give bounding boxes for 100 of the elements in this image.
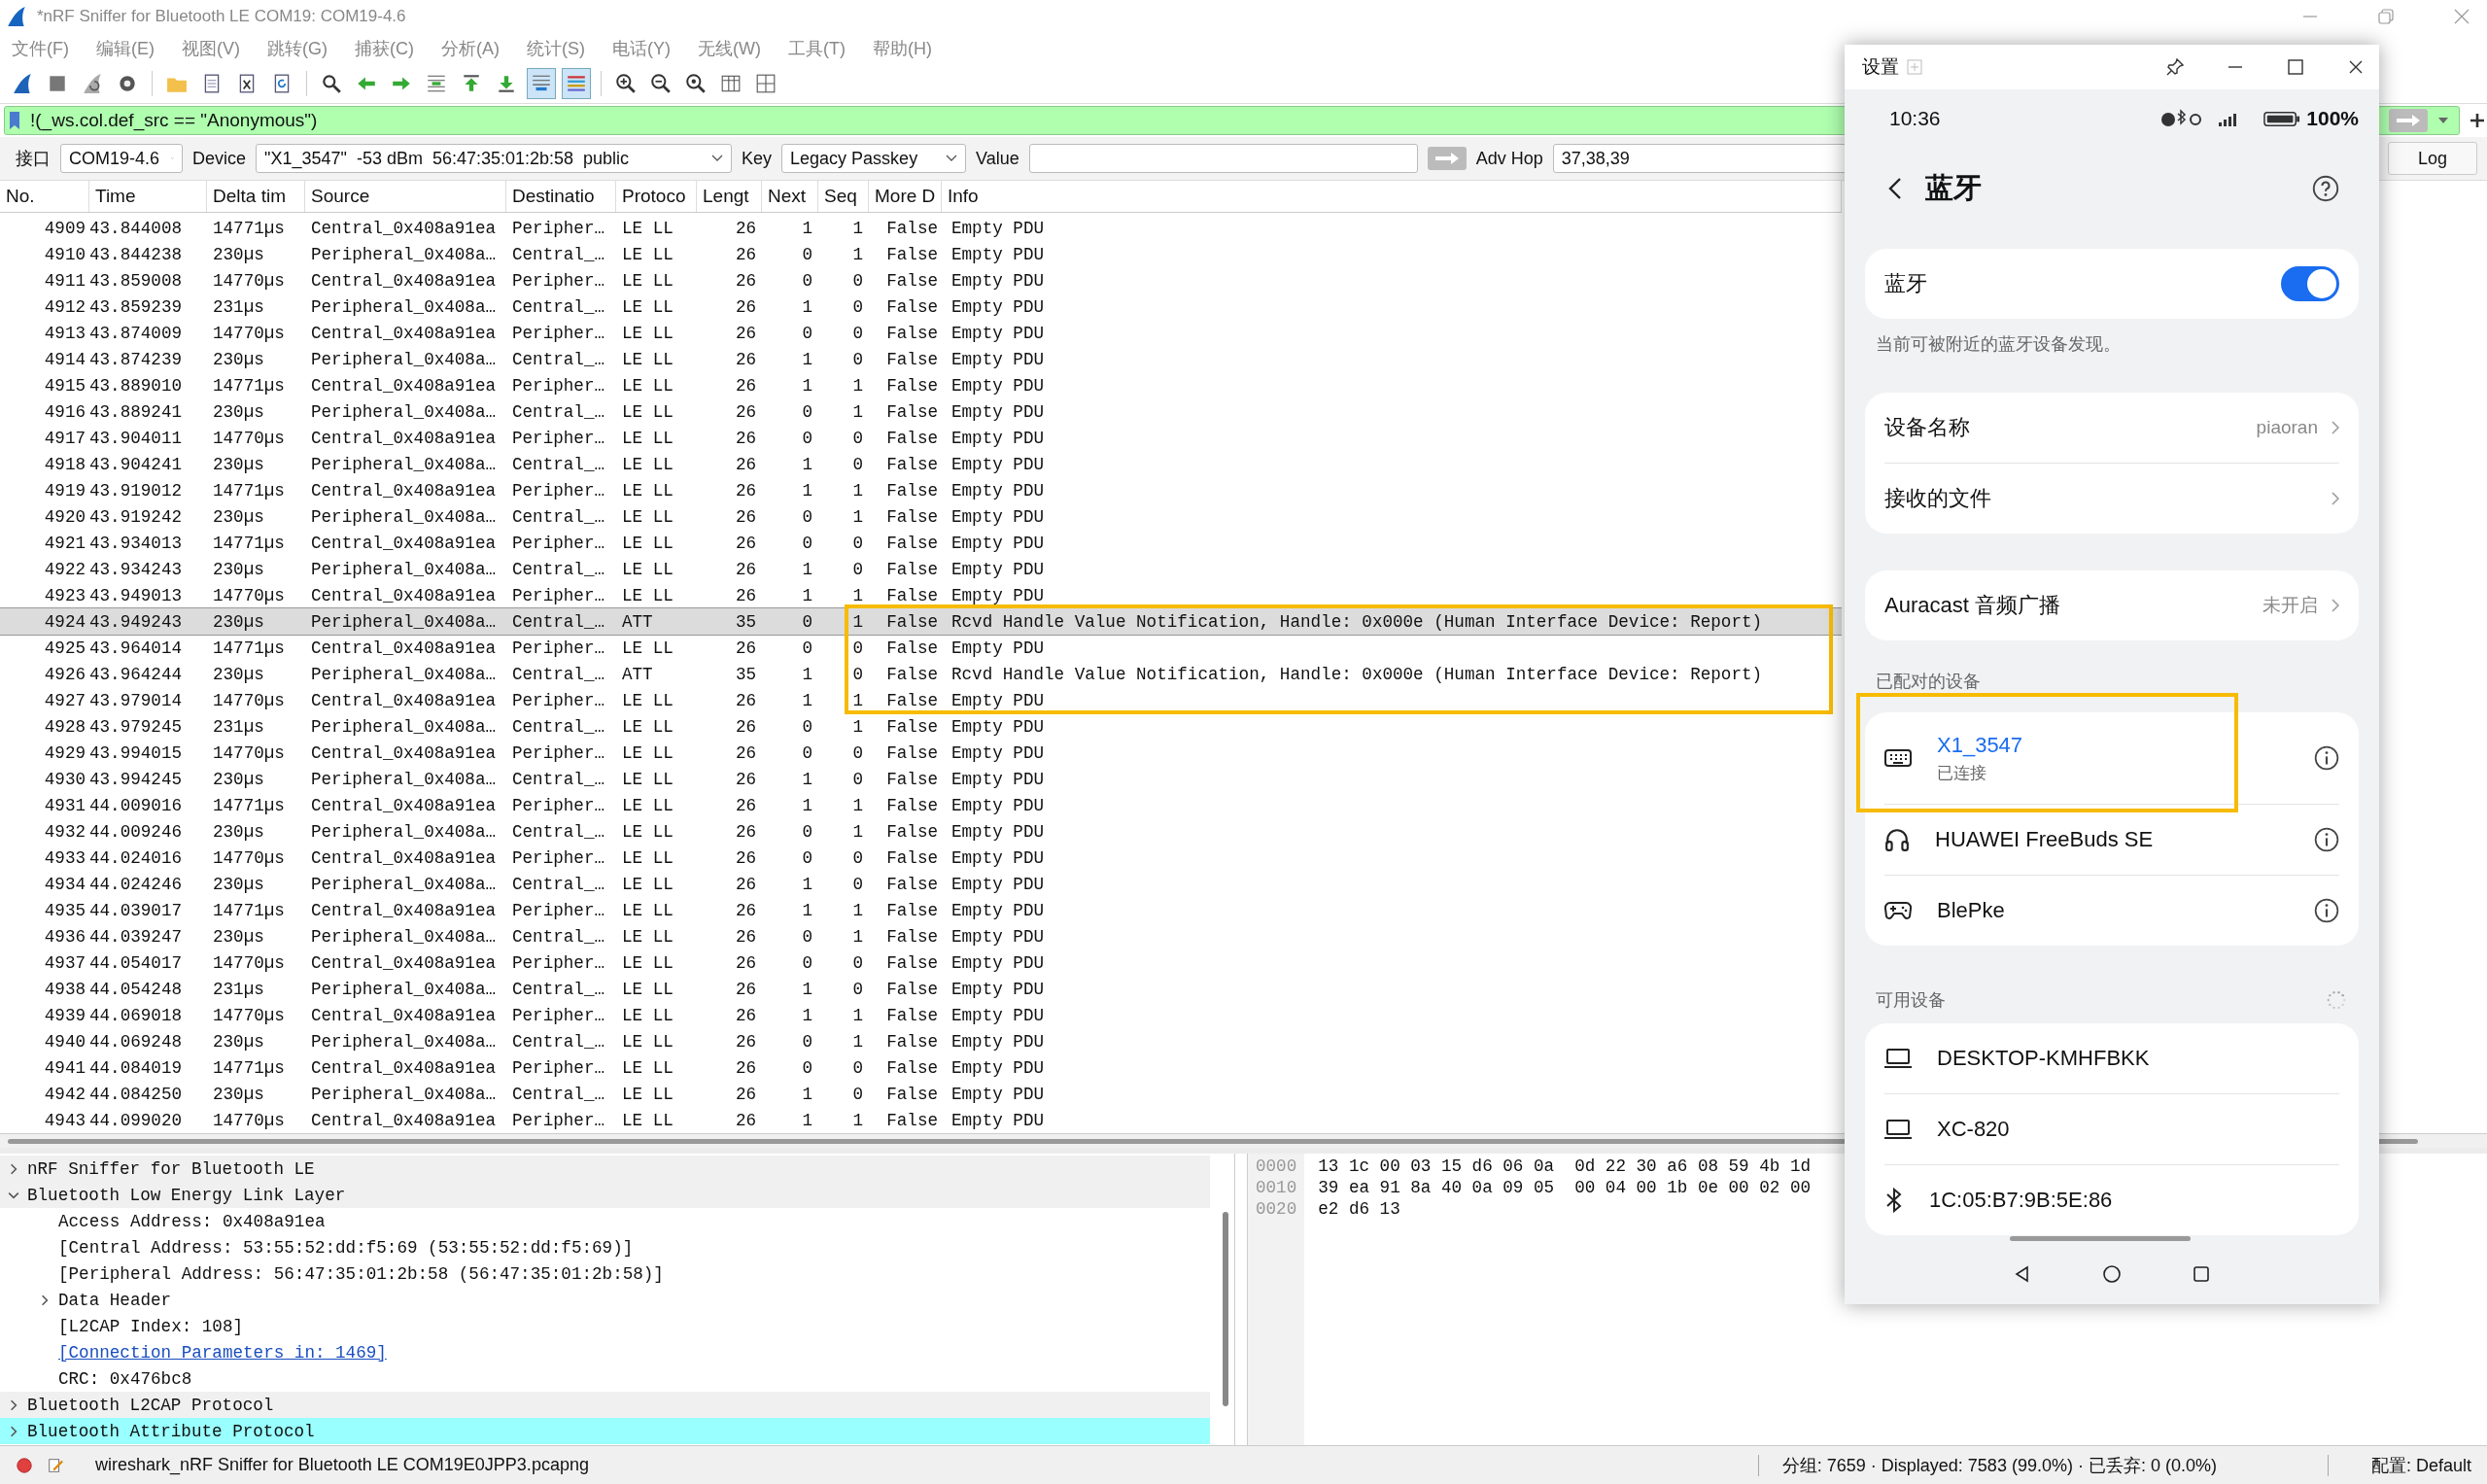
packet-row[interactable]: 4922 43.934243 230µs Peripheral_0x408a… Central_… LE LL 26 1 0 False Empty PDU bbox=[0, 556, 1842, 582]
packet-row[interactable]: 4920 43.919242 230µs Peripheral_0x408a… Central_… LE LL 26 0 1 False Empty PDU bbox=[0, 503, 1842, 530]
device-row[interactable]: 1C:05:B7:9B:5E:86 bbox=[1884, 1164, 2339, 1235]
packet-row[interactable]: 4933 44.024016 14770µs Central_0x408a91ea Peripher… LE LL 26 0 0 False Empty PDU bbox=[0, 845, 1842, 871]
menu-item[interactable]: 统计(S) bbox=[527, 37, 585, 60]
packet-row[interactable]: 4909 43.844008 14771µs Central_0x408a91ea Peripher… LE LL 26 1 1 False Empty PDU bbox=[0, 215, 1842, 241]
key-dropdown[interactable]: Legacy Passkey bbox=[781, 144, 967, 173]
packet-row[interactable]: 4943 44.099020 14770µs Central_0x408a91ea Peripher… LE LL 26 1 1 False Empty PDU bbox=[0, 1107, 1842, 1133]
packet-row[interactable]: 4916 43.889241 230µs Peripheral_0x408a… Central_… LE LL 26 0 1 False Empty PDU bbox=[0, 398, 1842, 425]
help-icon[interactable] bbox=[2312, 175, 2339, 202]
menu-item[interactable]: 视图(V) bbox=[182, 37, 240, 60]
packet-row[interactable]: 4931 44.009016 14771µs Central_0x408a91ea Peripher… LE LL 26 1 1 False Empty PDU bbox=[0, 792, 1842, 818]
pin-icon[interactable] bbox=[2165, 57, 2185, 77]
packet-row[interactable]: 4923 43.949013 14770µs Central_0x408a91ea Peripher… LE LL 26 1 1 False Empty PDU bbox=[0, 582, 1842, 608]
device-row[interactable]: DESKTOP-KMHFBKK bbox=[1884, 1023, 2339, 1093]
packet-row[interactable]: 4927 43.979014 14770µs Central_0x408a91ea Peripher… LE LL 26 1 1 False Empty PDU bbox=[0, 687, 1842, 713]
tree-row[interactable]: Bluetooth Attribute Protocol bbox=[0, 1418, 1210, 1444]
tree-row[interactable]: Bluetooth Low Energy Link Layer bbox=[0, 1182, 1210, 1208]
caret-icon[interactable] bbox=[2437, 117, 2449, 124]
packet-row[interactable]: 4932 44.009246 230µs Peripheral_0x408a… Central_… LE LL 26 0 1 False Empty PDU bbox=[0, 818, 1842, 845]
tree-row[interactable]: [Connection Parameters in: 1469] bbox=[0, 1339, 1210, 1365]
packet-row[interactable]: 4939 44.069018 14770µs Central_0x408a91ea Peripher… LE LL 26 1 1 False Empty PDU bbox=[0, 1002, 1842, 1028]
packet-row[interactable]: 4930 43.994245 230µs Peripheral_0x408a… Central_… LE LL 26 1 0 False Empty PDU bbox=[0, 766, 1842, 792]
packet-row[interactable]: 4914 43.874239 230µs Peripheral_0x408a… Central_… LE LL 26 1 0 False Empty PDU bbox=[0, 346, 1842, 372]
packet-row[interactable]: 4929 43.994015 14770µs Central_0x408a91ea Peripher… LE LL 26 0 0 False Empty PDU bbox=[0, 740, 1842, 766]
column-header[interactable]: Time bbox=[89, 181, 207, 212]
column-header[interactable]: Source bbox=[305, 181, 506, 212]
autoscroll-icon[interactable] bbox=[527, 68, 556, 99]
chevron-right-icon[interactable] bbox=[8, 1425, 19, 1437]
bookmark-icon[interactable] bbox=[9, 111, 20, 130]
packet-row[interactable]: 4926 43.964244 230µs Peripheral_0x408a… Central_… ATT 35 1 0 False Rcvd Handle Value Notification, Handle: 0x000e (Human Interface Device: Report) bbox=[0, 661, 1842, 687]
column-header[interactable]: Delta tim bbox=[207, 181, 305, 212]
edit-icon[interactable] bbox=[47, 1456, 64, 1474]
packet-row[interactable]: 4934 44.024246 230µs Peripheral_0x408a… Central_… LE LL 26 1 0 False Empty PDU bbox=[0, 871, 1842, 897]
column-header[interactable]: Protoco bbox=[616, 181, 697, 212]
info-icon[interactable] bbox=[2314, 898, 2339, 923]
menu-item[interactable]: 捕获(C) bbox=[355, 37, 414, 60]
packet-row[interactable]: 4937 44.054017 14770µs Central_0x408a91ea Peripher… LE LL 26 0 0 False Empty PDU bbox=[0, 949, 1842, 976]
column-header[interactable]: Seq bbox=[818, 181, 869, 212]
info-icon[interactable] bbox=[2314, 745, 2339, 771]
value-field[interactable] bbox=[1028, 144, 1418, 173]
tree-row[interactable]: Bluetooth L2CAP Protocol bbox=[0, 1392, 1210, 1418]
column-header[interactable]: Lengt bbox=[697, 181, 762, 212]
packet-row[interactable]: 4918 43.904241 230µs Peripheral_0x408a… Central_… LE LL 26 1 0 False Empty PDU bbox=[0, 451, 1842, 477]
menu-item[interactable]: 跳转(G) bbox=[267, 37, 328, 60]
home-icon[interactable] bbox=[2102, 1264, 2122, 1284]
packet-row[interactable]: 4938 44.054248 231µs Peripheral_0x408a… Central_… LE LL 26 1 0 False Empty PDU bbox=[0, 976, 1842, 1002]
packet-row[interactable]: 4919 43.919012 14771µs Central_0x408a91ea Peripher… LE LL 26 1 1 False Empty PDU bbox=[0, 477, 1842, 503]
colorize-icon[interactable] bbox=[562, 68, 591, 99]
device-row[interactable]: BlePke bbox=[1884, 875, 2339, 946]
packet-row[interactable]: 4912 43.859239 231µs Peripheral_0x408a… Central_… LE LL 26 1 0 False Empty PDU bbox=[0, 293, 1842, 320]
tree-row[interactable]: Access Address: 0x408a91ea bbox=[0, 1208, 1210, 1234]
link[interactable]: [Connection Parameters in: 1469] bbox=[58, 1342, 387, 1363]
menu-item[interactable]: 分析(A) bbox=[441, 37, 500, 60]
column-header[interactable]: Destinatio bbox=[506, 181, 616, 212]
packet-row[interactable]: 4942 44.084250 230µs Peripheral_0x408a… Central_… LE LL 26 1 0 False Empty PDU bbox=[0, 1081, 1842, 1107]
column-header[interactable]: Next bbox=[762, 181, 818, 212]
log-button[interactable]: Log bbox=[2388, 142, 2477, 175]
menu-item[interactable]: 电话(Y) bbox=[612, 37, 671, 60]
profile-label[interactable]: 配置: Default bbox=[2370, 1453, 2471, 1477]
chevron-right-icon[interactable] bbox=[39, 1294, 51, 1306]
info-icon[interactable] bbox=[2314, 827, 2339, 852]
settings-row[interactable]: 接收的文件 bbox=[1884, 463, 2339, 534]
add-icon[interactable] bbox=[2470, 113, 2485, 128]
packet-row[interactable]: 4941 44.084019 14771µs Central_0x408a91ea Peripher… LE LL 26 0 0 False Empty PDU bbox=[0, 1054, 1842, 1081]
packet-row[interactable]: 4936 44.039247 230µs Peripheral_0x408a… Central_… LE LL 26 0 1 False Empty PDU bbox=[0, 923, 1842, 949]
tree-row[interactable]: [L2CAP Index: 108] bbox=[0, 1313, 1210, 1339]
recent-apps-icon[interactable] bbox=[2192, 1264, 2211, 1284]
menu-item[interactable]: 工具(T) bbox=[787, 37, 846, 60]
toggle-switch[interactable] bbox=[2281, 266, 2339, 301]
maximize-icon[interactable] bbox=[2286, 57, 2305, 77]
packet-row[interactable]: 4935 44.039017 14771µs Central_0x408a91ea Peripher… LE LL 26 1 1 False Empty PDU bbox=[0, 897, 1842, 923]
column-header[interactable]: No. bbox=[0, 181, 89, 212]
device-row[interactable]: XC-820 bbox=[1884, 1093, 2339, 1164]
packet-row[interactable]: 4917 43.904011 14770µs Central_0x408a91ea Peripher… LE LL 26 0 0 False Empty PDU bbox=[0, 425, 1842, 451]
interface-dropdown[interactable]: COM19-4.6 bbox=[60, 144, 183, 173]
packet-row[interactable]: 4925 43.964014 14771µs Central_0x408a91ea Peripher… LE LL 26 0 0 False Empty PDU bbox=[0, 635, 1842, 661]
packet-row[interactable]: 4921 43.934013 14771µs Central_0x408a91ea Peripher… LE LL 26 0 0 False Empty PDU bbox=[0, 530, 1842, 556]
device-dropdown[interactable]: "X1_3547" -53 dBm 56:47:35:01:2b:58 public bbox=[256, 144, 733, 173]
menu-item[interactable]: 帮助(H) bbox=[872, 37, 932, 60]
packet-row[interactable]: 4913 43.874009 14770µs Central_0x408a91ea Peripher… LE LL 26 0 0 False Empty PDU bbox=[0, 320, 1842, 346]
menu-item[interactable]: 无线(W) bbox=[698, 37, 761, 60]
tree-row[interactable]: Data Header bbox=[0, 1287, 1210, 1313]
menu-item[interactable]: 编辑(E) bbox=[96, 37, 155, 60]
packet-row[interactable]: 4915 43.889010 14771µs Central_0x408a91ea Peripher… LE LL 26 1 1 False Empty PDU bbox=[0, 372, 1842, 398]
back-icon[interactable] bbox=[1888, 177, 1902, 200]
packet-row[interactable]: 4928 43.979245 231µs Peripheral_0x408a… Central_… LE LL 26 0 1 False Empty PDU bbox=[0, 713, 1842, 740]
chevron-right-icon[interactable] bbox=[8, 1162, 19, 1175]
tree-row[interactable]: [Peripheral Address: 56:47:35:01:2b:58 (56:47:35:01:2b:58)] bbox=[0, 1260, 1210, 1287]
tree-row[interactable]: CRC: 0x476bc8 bbox=[0, 1365, 1210, 1392]
menu-item[interactable]: 文件(F) bbox=[12, 37, 69, 60]
tree-row[interactable]: nRF Sniffer for Bluetooth LE bbox=[0, 1156, 1210, 1182]
column-header[interactable]: More D bbox=[869, 181, 942, 212]
device-row[interactable]: X1_3547 已连接 bbox=[1884, 712, 2339, 804]
packet-row[interactable]: 4924 43.949243 230µs Peripheral_0x408a… Central_… ATT 35 0 1 False Rcvd Handle Value Notification, Handle: 0x000e (Human Interface Device: Report) bbox=[0, 608, 1842, 635]
column-header[interactable]: Info bbox=[942, 181, 1842, 212]
tree-row[interactable]: [Central Address: 53:55:52:dd:f5:69 (53:55:52:dd:f5:69)] bbox=[0, 1234, 1210, 1260]
chevron-right-icon[interactable] bbox=[8, 1398, 19, 1411]
packet-row[interactable]: 4940 44.069248 230µs Peripheral_0x408a… Central_… LE LL 26 0 1 False Empty PDU bbox=[0, 1028, 1842, 1054]
settings-row[interactable]: 设备名称 piaoran bbox=[1884, 393, 2339, 463]
